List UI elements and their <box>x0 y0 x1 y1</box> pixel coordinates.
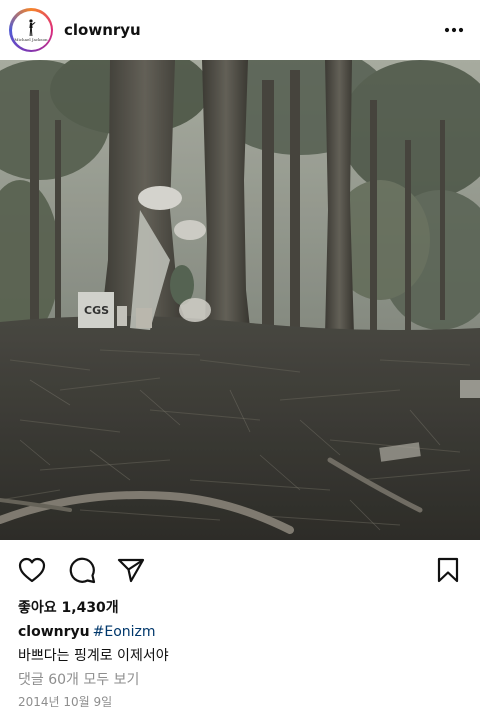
instagram-post: Michael Jackson clownryu CGS 좋아요 1,430개 … <box>0 0 480 720</box>
view-all-comments-link[interactable]: 댓글 60개 모두 보기 <box>18 669 139 689</box>
post-date: 2014년 10월 9일 <box>18 695 113 709</box>
caption-username[interactable]: clownryu <box>18 624 90 640</box>
silhouette-logo-icon <box>29 18 36 36</box>
speech-bubble-icon[interactable] <box>67 555 97 585</box>
avatar-image: Michael Jackson <box>11 10 51 50</box>
avatar[interactable]: Michael Jackson <box>9 8 53 52</box>
action-bar <box>0 550 480 590</box>
avatar-caption: Michael Jackson <box>14 36 48 42</box>
post-photo[interactable]: CGS <box>0 60 480 540</box>
caption-text: 바쁘다는 핑계로 이제서야 <box>18 648 169 664</box>
paper-plane-icon[interactable] <box>116 555 146 585</box>
heart-icon[interactable] <box>17 555 47 585</box>
post-header: Michael Jackson clownryu <box>0 0 480 60</box>
like-count[interactable]: 좋아요 1,430개 <box>18 597 119 617</box>
hashtag-link[interactable]: #Eonizm <box>93 624 156 640</box>
more-horizontal-icon[interactable] <box>442 18 466 42</box>
header-username[interactable]: clownryu <box>64 21 442 39</box>
caption-header: clownryu #Eonizm <box>18 624 156 640</box>
bookmark-icon[interactable] <box>433 555 463 585</box>
